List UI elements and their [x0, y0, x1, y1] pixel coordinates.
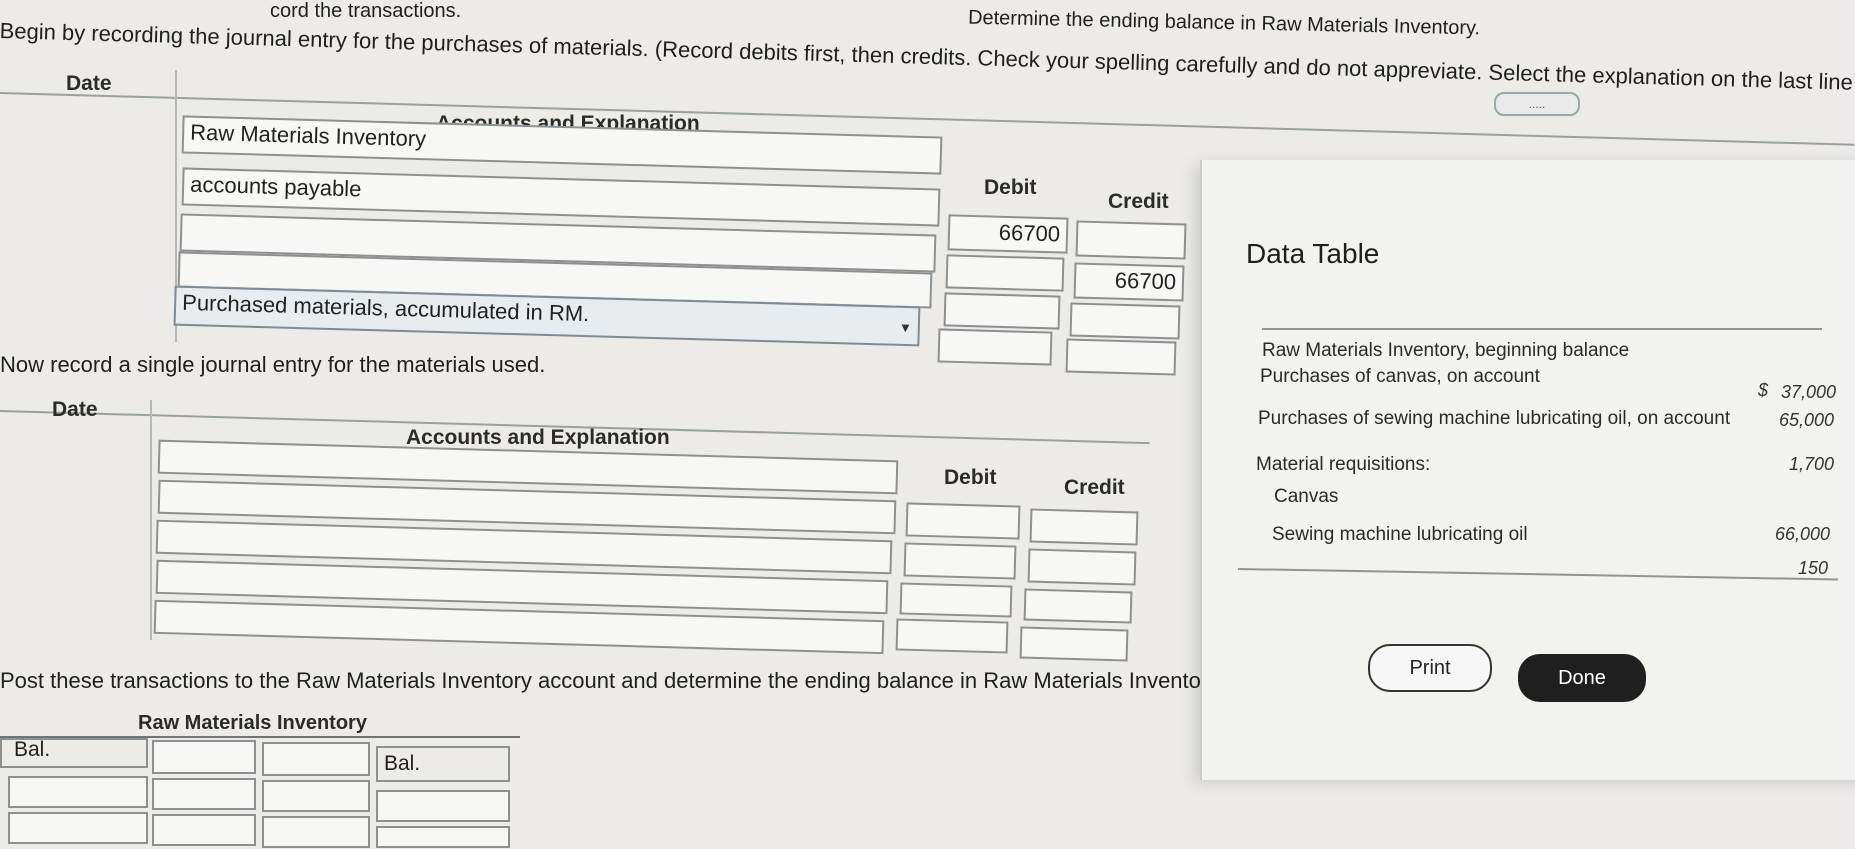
t-account-left-amount-3[interactable]	[152, 814, 256, 846]
t-account-left-amount-2[interactable]	[152, 778, 256, 810]
t-account-right-amount-3[interactable]	[376, 826, 510, 848]
top-fragment-right: Determine the ending balance in Raw Mate…	[967, 6, 1481, 40]
data-table-title: Data Table	[1246, 238, 1380, 269]
t-account-title: Raw Materials Inventory	[138, 712, 367, 734]
data-row-label-4: Canvas	[1274, 486, 1339, 507]
journal2-credit-header: Credit	[1064, 476, 1125, 499]
journal2-debit-input-2[interactable]	[903, 542, 1017, 580]
dropdown-caret-icon: ▼	[898, 319, 913, 336]
data-row-label-0: Raw Materials Inventory, beginning balan…	[1262, 340, 1630, 361]
journal1-credit-header: Credit	[1108, 190, 1169, 213]
journal2-credit-input-3[interactable]	[1023, 588, 1133, 624]
journal1-credit-input-1[interactable]	[1075, 220, 1187, 260]
data-row-value-1: 65,000	[1778, 410, 1834, 430]
top-fragment-left: cord the transactions.	[270, 0, 462, 22]
t-account-right-label-2[interactable]	[262, 780, 370, 812]
data-row-label-3: Material requisitions:	[1256, 454, 1431, 475]
journal2-accounts-header: Accounts and Explanation	[406, 426, 670, 449]
journal2-date-header: Date	[52, 398, 98, 421]
data-row-currency-0: $	[1758, 380, 1769, 400]
data-row-value-4: 66,000	[1774, 524, 1830, 544]
data-row-value-5: 150	[1797, 558, 1828, 578]
journal1-date-header: Date	[66, 72, 112, 95]
data-table-popup: Data Table Raw Materials Inventory, begi…	[1200, 160, 1855, 780]
t-account-left-bal-cell	[0, 738, 148, 768]
journal2-credit-input-1[interactable]	[1029, 508, 1139, 546]
journal2-credit-input-4[interactable]	[1019, 626, 1129, 662]
journal1-debit-input-4[interactable]	[937, 328, 1053, 366]
data-row-value-0: 37,000	[1780, 382, 1836, 402]
t-account-right-entry-1[interactable]	[262, 742, 370, 776]
t-account-right-bal-cell	[376, 746, 510, 782]
data-row-value-2: 1,700	[1788, 454, 1834, 474]
journal1-credit-input-3[interactable]	[1069, 302, 1181, 340]
t-account-right-label-3[interactable]	[262, 816, 370, 848]
journal1-credit-input-2[interactable]: 66700	[1073, 262, 1185, 302]
data-row-label-2: Purchases of sewing machine lubricating …	[1258, 408, 1731, 429]
more-options-button[interactable]: .....	[1494, 92, 1580, 116]
journal2-debit-input-1[interactable]	[905, 502, 1021, 540]
instruction-materials-used: Now record a single journal entry for th…	[0, 352, 546, 377]
journal1-debit-input-1[interactable]: 66700	[947, 214, 1069, 254]
journal1-debit-header: Debit	[984, 176, 1037, 199]
instruction-post: Post these transactions to the Raw Mater…	[0, 668, 1201, 693]
t-account-left-label-2[interactable]	[8, 776, 148, 808]
journal2-credit-input-2[interactable]	[1027, 548, 1137, 586]
data-table-top-rule	[1262, 328, 1822, 330]
print-button[interactable]: Print	[1368, 644, 1492, 692]
instruction-purchases: Begin by recording the journal entry for…	[0, 18, 1855, 99]
journal2-debit-input-3[interactable]	[899, 582, 1013, 618]
data-row-label-1: Purchases of canvas, on account	[1260, 366, 1540, 387]
t-account-left-amount-1[interactable]	[152, 740, 256, 774]
journal1-explanation-text: Purchased materials, accumulated in RM.	[181, 289, 590, 327]
t-account-right-amount-2[interactable]	[376, 790, 510, 822]
journal1-credit-input-4[interactable]	[1065, 338, 1177, 376]
t-account-left-label-3[interactable]	[8, 812, 148, 844]
journal2-debit-input-4[interactable]	[895, 618, 1009, 654]
data-table-bottom-rule	[1237, 568, 1838, 581]
journal2-debit-header: Debit	[944, 466, 997, 489]
journal1-debit-input-3[interactable]	[943, 292, 1061, 330]
journal2-date-divider	[150, 400, 152, 640]
journal1-debit-input-2[interactable]	[945, 254, 1065, 292]
data-row-label-5: Sewing machine lubricating oil	[1272, 524, 1528, 545]
done-button[interactable]: Done	[1518, 654, 1646, 702]
